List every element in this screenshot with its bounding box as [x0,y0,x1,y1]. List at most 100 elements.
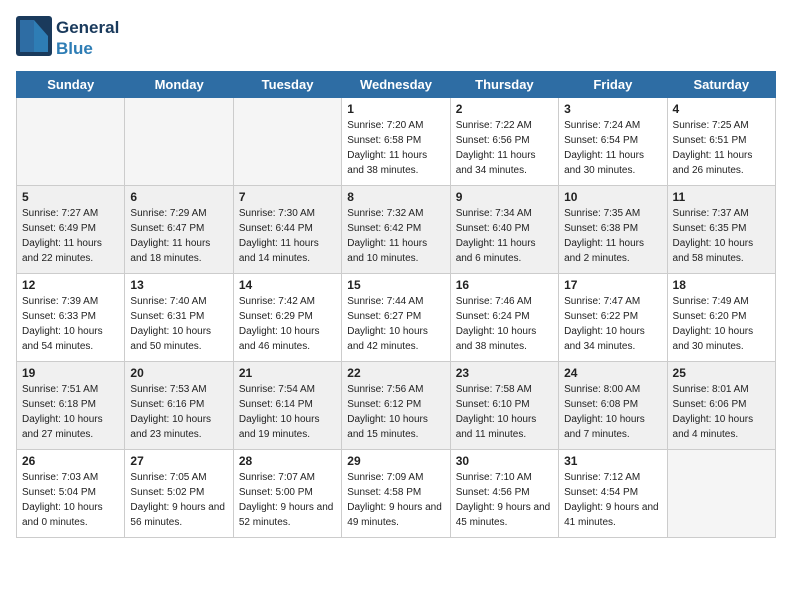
day-info: Sunrise: 8:01 AM Sunset: 6:06 PM Dayligh… [673,382,770,442]
calendar-cell: 1 Sunrise: 7:20 AM Sunset: 6:58 PM Dayli… [342,98,450,186]
day-info: Sunrise: 7:35 AM Sunset: 6:38 PM Dayligh… [564,206,661,266]
calendar-cell: 9 Sunrise: 7:34 AM Sunset: 6:40 PM Dayli… [450,186,558,274]
day-info: Sunrise: 7:46 AM Sunset: 6:24 PM Dayligh… [456,294,553,354]
col-header-friday: Friday [559,72,667,98]
day-number: 13 [130,278,227,292]
day-number: 14 [239,278,336,292]
sunset-label: Sunset: 6:38 PM [564,223,638,234]
day-number: 6 [130,190,227,204]
calendar-cell: 25 Sunrise: 8:01 AM Sunset: 6:06 PM Dayl… [667,362,775,450]
sunset-label: Sunset: 6:08 PM [564,399,638,410]
day-info: Sunrise: 7:12 AM Sunset: 4:54 PM Dayligh… [564,470,661,530]
day-info: Sunrise: 7:30 AM Sunset: 6:44 PM Dayligh… [239,206,336,266]
sunset-label: Sunset: 6:49 PM [22,223,96,234]
calendar-cell: 17 Sunrise: 7:47 AM Sunset: 6:22 PM Dayl… [559,274,667,362]
calendar-cell: 18 Sunrise: 7:49 AM Sunset: 6:20 PM Dayl… [667,274,775,362]
calendar-cell: 3 Sunrise: 7:24 AM Sunset: 6:54 PM Dayli… [559,98,667,186]
calendar-cell [125,98,233,186]
sunset-label: Sunset: 6:27 PM [347,311,421,322]
sunrise-label: Sunrise: 8:00 AM [564,384,640,395]
calendar-cell: 2 Sunrise: 7:22 AM Sunset: 6:56 PM Dayli… [450,98,558,186]
day-info: Sunrise: 7:32 AM Sunset: 6:42 PM Dayligh… [347,206,444,266]
header-row: SundayMondayTuesdayWednesdayThursdayFrid… [17,72,776,98]
sunrise-label: Sunrise: 7:07 AM [239,472,315,483]
sunrise-label: Sunrise: 7:42 AM [239,296,315,307]
calendar-cell: 20 Sunrise: 7:53 AM Sunset: 6:16 PM Dayl… [125,362,233,450]
day-number: 22 [347,366,444,380]
calendar-cell: 10 Sunrise: 7:35 AM Sunset: 6:38 PM Dayl… [559,186,667,274]
col-header-saturday: Saturday [667,72,775,98]
calendar-cell [17,98,125,186]
day-info: Sunrise: 7:09 AM Sunset: 4:58 PM Dayligh… [347,470,444,530]
daylight-label: Daylight: 11 hours and 26 minutes. [673,150,753,176]
sunset-label: Sunset: 6:14 PM [239,399,313,410]
calendar-cell: 28 Sunrise: 7:07 AM Sunset: 5:00 PM Dayl… [233,450,341,538]
daylight-label: Daylight: 11 hours and 6 minutes. [456,238,536,264]
sunrise-label: Sunrise: 7:35 AM [564,208,640,219]
daylight-label: Daylight: 10 hours and 54 minutes. [22,326,103,352]
sunset-label: Sunset: 4:56 PM [456,487,530,498]
day-number: 18 [673,278,770,292]
sunrise-label: Sunrise: 7:53 AM [130,384,206,395]
sunrise-label: Sunrise: 7:46 AM [456,296,532,307]
sunrise-label: Sunrise: 7:40 AM [130,296,206,307]
col-header-thursday: Thursday [450,72,558,98]
calendar-cell: 11 Sunrise: 7:37 AM Sunset: 6:35 PM Dayl… [667,186,775,274]
daylight-label: Daylight: 11 hours and 10 minutes. [347,238,427,264]
daylight-label: Daylight: 10 hours and 30 minutes. [673,326,754,352]
col-header-sunday: Sunday [17,72,125,98]
daylight-label: Daylight: 10 hours and 11 minutes. [456,414,537,440]
calendar-cell: 12 Sunrise: 7:39 AM Sunset: 6:33 PM Dayl… [17,274,125,362]
day-info: Sunrise: 7:29 AM Sunset: 6:47 PM Dayligh… [130,206,227,266]
day-number: 12 [22,278,119,292]
day-number: 21 [239,366,336,380]
day-number: 3 [564,102,661,116]
sunset-label: Sunset: 6:54 PM [564,135,638,146]
day-info: Sunrise: 7:44 AM Sunset: 6:27 PM Dayligh… [347,294,444,354]
daylight-label: Daylight: 11 hours and 14 minutes. [239,238,319,264]
daylight-label: Daylight: 9 hours and 45 minutes. [456,502,551,528]
sunrise-label: Sunrise: 7:25 AM [673,120,749,131]
calendar-cell: 15 Sunrise: 7:44 AM Sunset: 6:27 PM Dayl… [342,274,450,362]
day-number: 8 [347,190,444,204]
logo-name-general: General [56,18,119,38]
daylight-label: Daylight: 11 hours and 18 minutes. [130,238,210,264]
calendar-cell: 6 Sunrise: 7:29 AM Sunset: 6:47 PM Dayli… [125,186,233,274]
day-info: Sunrise: 7:05 AM Sunset: 5:02 PM Dayligh… [130,470,227,530]
calendar-cell [667,450,775,538]
logo-icon [16,16,52,56]
daylight-label: Daylight: 11 hours and 30 minutes. [564,150,644,176]
sunrise-label: Sunrise: 7:47 AM [564,296,640,307]
calendar-cell: 19 Sunrise: 7:51 AM Sunset: 6:18 PM Dayl… [17,362,125,450]
day-number: 24 [564,366,661,380]
day-number: 23 [456,366,553,380]
sunset-label: Sunset: 6:16 PM [130,399,204,410]
daylight-label: Daylight: 10 hours and 46 minutes. [239,326,320,352]
day-info: Sunrise: 7:25 AM Sunset: 6:51 PM Dayligh… [673,118,770,178]
sunset-label: Sunset: 6:20 PM [673,311,747,322]
day-info: Sunrise: 7:42 AM Sunset: 6:29 PM Dayligh… [239,294,336,354]
day-number: 25 [673,366,770,380]
day-number: 31 [564,454,661,468]
sunset-label: Sunset: 6:56 PM [456,135,530,146]
sunrise-label: Sunrise: 7:03 AM [22,472,98,483]
daylight-label: Daylight: 10 hours and 38 minutes. [456,326,537,352]
calendar-cell: 21 Sunrise: 7:54 AM Sunset: 6:14 PM Dayl… [233,362,341,450]
sunset-label: Sunset: 4:58 PM [347,487,421,498]
col-header-wednesday: Wednesday [342,72,450,98]
sunrise-label: Sunrise: 7:37 AM [673,208,749,219]
col-header-monday: Monday [125,72,233,98]
sunrise-label: Sunrise: 7:22 AM [456,120,532,131]
day-number: 11 [673,190,770,204]
sunset-label: Sunset: 6:29 PM [239,311,313,322]
sunset-label: Sunset: 5:04 PM [22,487,96,498]
week-row-3: 12 Sunrise: 7:39 AM Sunset: 6:33 PM Dayl… [17,274,776,362]
calendar-cell [233,98,341,186]
day-number: 16 [456,278,553,292]
sunrise-label: Sunrise: 7:29 AM [130,208,206,219]
day-info: Sunrise: 7:24 AM Sunset: 6:54 PM Dayligh… [564,118,661,178]
day-number: 2 [456,102,553,116]
week-row-2: 5 Sunrise: 7:27 AM Sunset: 6:49 PM Dayli… [17,186,776,274]
sunset-label: Sunset: 6:10 PM [456,399,530,410]
sunset-label: Sunset: 6:33 PM [22,311,96,322]
